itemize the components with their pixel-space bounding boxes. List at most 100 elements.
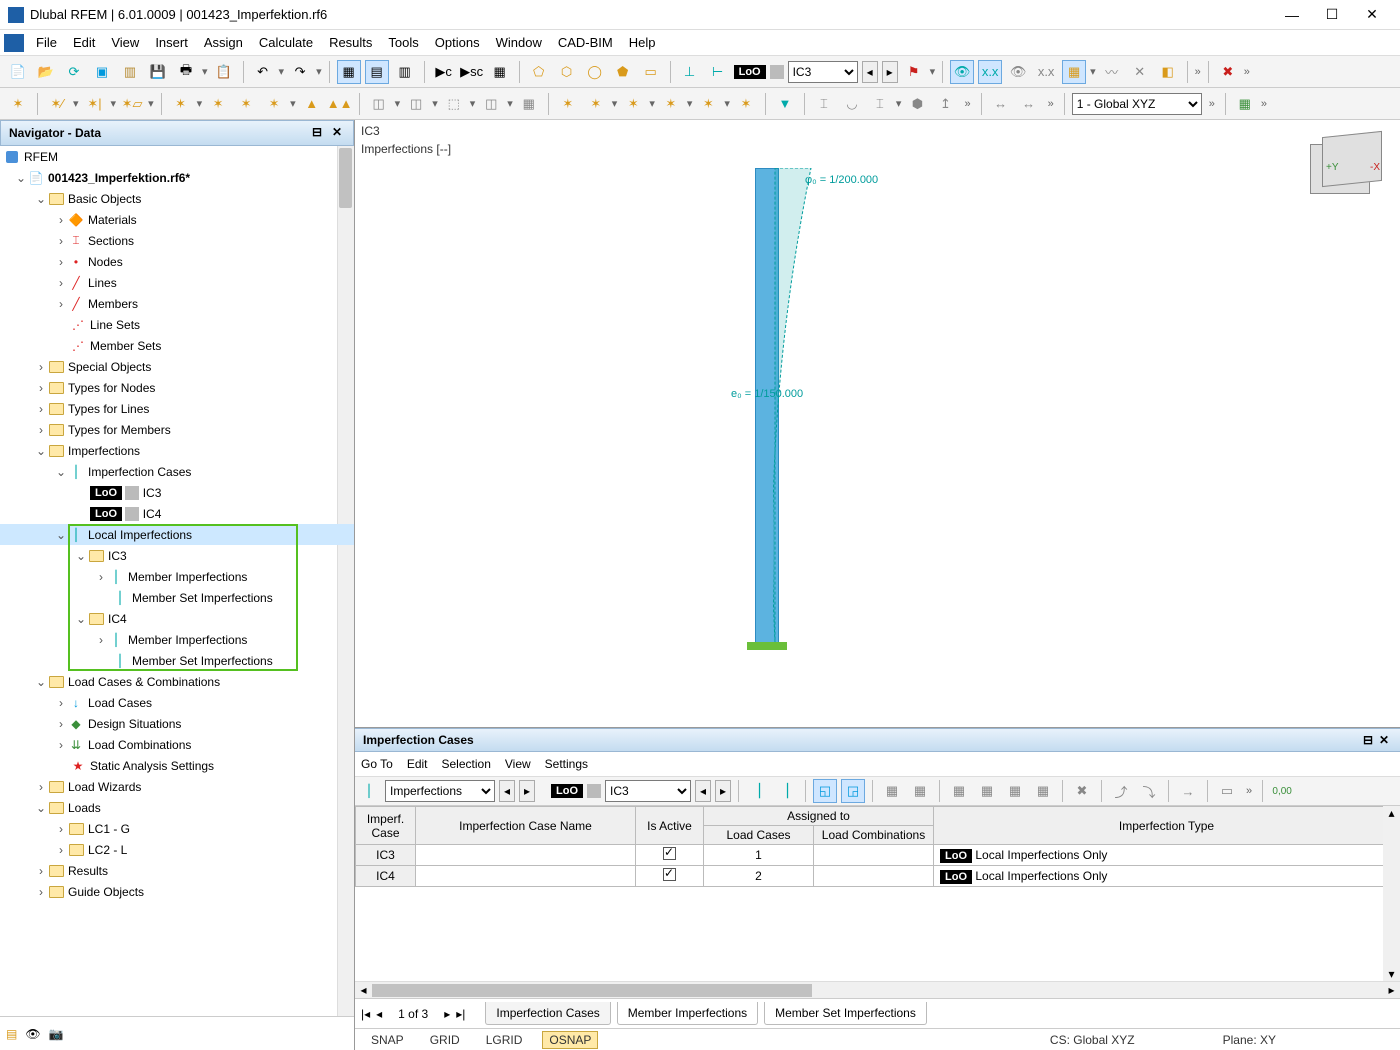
- redo-dd[interactable]: ▾: [316, 65, 322, 78]
- surf-icon[interactable]: ◧: [1156, 60, 1180, 84]
- app-logo-icon[interactable]: [4, 34, 24, 52]
- panel3-icon[interactable]: ▥: [393, 60, 417, 84]
- checkbox-icon[interactable]: [663, 847, 676, 860]
- nav-panel-icon[interactable]: ▦: [337, 60, 361, 84]
- tb2-icon-5[interactable]: ▲: [300, 92, 324, 116]
- t2b[interactable]: ▾: [111, 97, 117, 110]
- lp-ar-icon[interactable]: →: [1176, 779, 1200, 803]
- select-window-icon[interactable]: ⬡: [555, 60, 579, 84]
- grid-view-icon[interactable]: ▦: [1062, 60, 1086, 84]
- tb2-icon-10[interactable]: ✶: [659, 92, 683, 116]
- node-star-icon[interactable]: ✶: [6, 92, 30, 116]
- cell-active[interactable]: [636, 866, 704, 887]
- maximize-button[interactable]: ☐: [1312, 1, 1352, 29]
- exp[interactable]: ›: [54, 213, 68, 227]
- nav-scroll-thumb[interactable]: [339, 148, 352, 208]
- exp[interactable]: ›: [54, 297, 68, 311]
- lp-g3-icon[interactable]: ▦: [947, 779, 971, 803]
- filter-icon[interactable]: ▼: [773, 92, 797, 116]
- sc-icon[interactable]: ▶sc: [460, 60, 484, 84]
- nav-mode-display-icon[interactable]: 👁: [25, 1027, 40, 1041]
- surface-star-icon[interactable]: ✶▱: [120, 92, 144, 116]
- select-rect-icon[interactable]: ▭: [639, 60, 663, 84]
- tree-li-ic3[interactable]: ⌄IC3: [0, 545, 354, 566]
- tree-imperfections[interactable]: ⌄Imperfections: [0, 440, 354, 461]
- save-icon[interactable]: 💾: [146, 60, 170, 84]
- tb2-overflow3[interactable]: »: [1209, 98, 1215, 110]
- menu-window[interactable]: Window: [488, 32, 550, 53]
- exp[interactable]: ›: [34, 780, 48, 794]
- select-lasso-icon[interactable]: ⬠: [527, 60, 551, 84]
- flag-dd[interactable]: ▾: [930, 65, 936, 78]
- lp-grid1-icon[interactable]: ▦: [880, 779, 904, 803]
- status-lgrid[interactable]: LGRID: [480, 1032, 529, 1048]
- print-arrow-icon[interactable]: ▾: [202, 65, 208, 78]
- lp-hscroll[interactable]: ◂ ▸: [355, 981, 1400, 998]
- tree-local-imperfections[interactable]: ⌄⎪Local Imperfections: [0, 524, 354, 545]
- select-circle-icon[interactable]: ◯: [583, 60, 607, 84]
- exp[interactable]: ⌄: [74, 612, 88, 626]
- t2k[interactable]: ▾: [649, 97, 655, 110]
- tree-static-settings[interactable]: ★Static Analysis Settings: [0, 755, 354, 776]
- tree-lcc[interactable]: ⌄Load Cases & Combinations: [0, 671, 354, 692]
- exp[interactable]: ›: [54, 843, 68, 857]
- lc-prev-button[interactable]: ◂: [862, 61, 878, 83]
- tree-results[interactable]: ›Results: [0, 860, 354, 881]
- lp-exp1-icon[interactable]: ⤴: [1109, 779, 1133, 803]
- pager-first-icon[interactable]: |◂: [361, 1007, 370, 1021]
- lp-menu-goto[interactable]: Go To: [361, 757, 393, 771]
- axis2-icon[interactable]: ⊢: [706, 60, 730, 84]
- hscroll-left[interactable]: ◂: [355, 982, 372, 999]
- tree-li-ic4[interactable]: ⌄IC4: [0, 608, 354, 629]
- menu-results[interactable]: Results: [321, 32, 380, 53]
- menu-view[interactable]: View: [103, 32, 147, 53]
- tb2-overflow4[interactable]: »: [1261, 98, 1267, 110]
- exp[interactable]: ›: [54, 822, 68, 836]
- tree-li-ic4-mi[interactable]: ›⎪Member Imperfections: [0, 629, 354, 650]
- menu-assign[interactable]: Assign: [196, 32, 251, 53]
- t2f[interactable]: ▾: [395, 97, 401, 110]
- tb2-overflow1[interactable]: »: [964, 98, 970, 110]
- tree-ic4-case[interactable]: LoO IC4: [0, 503, 354, 524]
- tree-types-nodes[interactable]: ›Types for Nodes: [0, 377, 354, 398]
- loadcase-select[interactable]: IC3: [788, 61, 858, 83]
- menu-edit[interactable]: Edit: [65, 32, 103, 53]
- tb1-end-overflow-icon[interactable]: »: [1244, 66, 1250, 78]
- exp[interactable]: ⌄: [34, 801, 48, 815]
- exp[interactable]: ›: [54, 696, 68, 710]
- nav-mode-views-icon[interactable]: 📷: [49, 1027, 64, 1041]
- t2a[interactable]: ▾: [73, 97, 79, 110]
- lp-menu-settings[interactable]: Settings: [545, 757, 588, 771]
- lp-cat-next[interactable]: ▸: [519, 780, 535, 802]
- tree-root[interactable]: RFEM: [0, 146, 354, 167]
- t2h[interactable]: ▾: [470, 97, 476, 110]
- lp-vscroll-down[interactable]: ▾: [1383, 967, 1400, 981]
- status-grid[interactable]: GRID: [424, 1032, 466, 1048]
- lp-menu-edit[interactable]: Edit: [407, 757, 428, 771]
- pin-icon[interactable]: ⊟: [309, 125, 325, 141]
- t2c[interactable]: ▾: [148, 97, 154, 110]
- exp[interactable]: ⌄: [74, 549, 88, 563]
- hscroll-right[interactable]: ▸: [1383, 982, 1400, 999]
- exp[interactable]: ›: [34, 360, 48, 374]
- nav-mode-data-icon[interactable]: ▤: [6, 1027, 17, 1041]
- lp-restore-icon[interactable]: ⊟: [1360, 733, 1376, 747]
- t2e[interactable]: ▾: [290, 97, 296, 110]
- flag-icon[interactable]: ⚑: [902, 60, 926, 84]
- pager-last-icon[interactable]: ▸|: [456, 1007, 465, 1021]
- tree-types-members[interactable]: ›Types for Members: [0, 419, 354, 440]
- member-star-icon[interactable]: ✶|: [83, 92, 107, 116]
- hscroll-thumb[interactable]: [372, 984, 812, 997]
- model-viewport[interactable]: IC3 Imperfections [--] φ₀ = 1/200.000 e₀…: [355, 120, 1400, 728]
- vis-eye-icon[interactable]: 👁: [1006, 60, 1030, 84]
- t2l[interactable]: ▾: [687, 97, 693, 110]
- lp-vscroll-up[interactable]: ▴: [1383, 806, 1400, 820]
- tb2-grey-2[interactable]: ◫: [404, 92, 428, 116]
- tree-file[interactable]: ⌄📄001423_Imperfektion.rf6*: [0, 167, 354, 188]
- copy-icon[interactable]: 📋: [212, 60, 236, 84]
- tb2-icon-12[interactable]: ✶: [734, 92, 758, 116]
- lp-del-icon[interactable]: ✖: [1070, 779, 1094, 803]
- menu-help[interactable]: Help: [621, 32, 664, 53]
- tb2-grey-3[interactable]: ⬚: [442, 92, 466, 116]
- exp[interactable]: ›: [34, 885, 48, 899]
